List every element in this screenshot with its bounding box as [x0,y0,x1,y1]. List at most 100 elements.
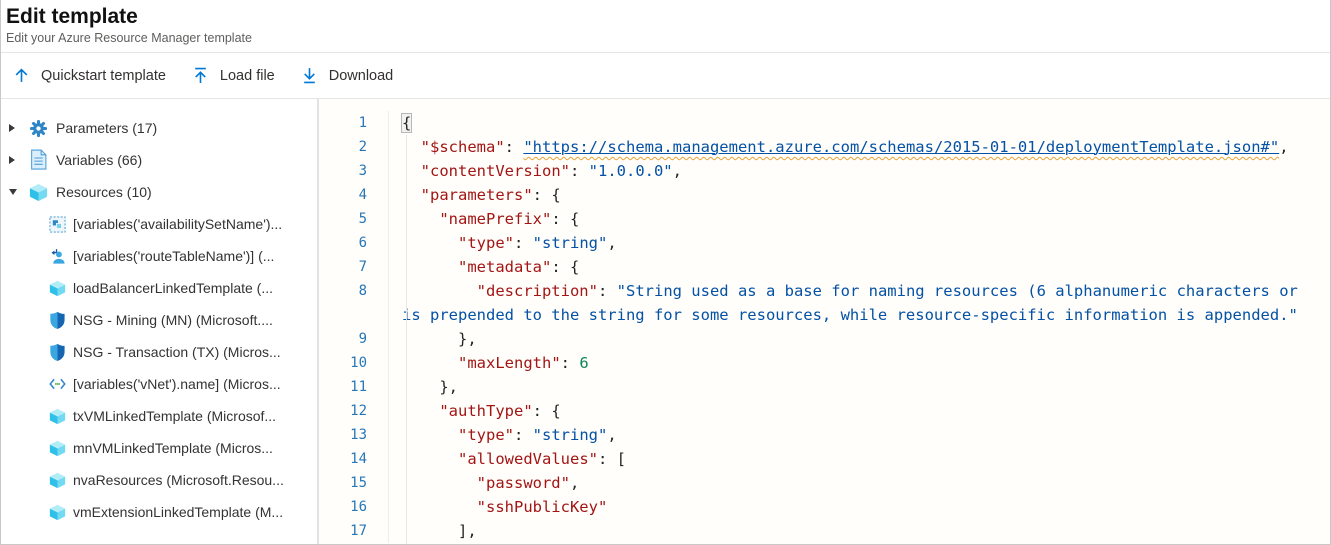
tree-expand-arrow-icon[interactable] [9,156,22,164]
code-token: "string" [533,426,608,444]
tree-item[interactable]: Resources (10) [1,176,317,208]
download-button[interactable]: Download [299,61,402,90]
code-text: "maxLength": 6 [389,351,589,375]
page-subtitle: Edit your Azure Resource Manager templat… [6,31,1320,45]
code-line[interactable]: 8 "description": "String used as a base … [319,279,1330,303]
tree-item[interactable]: NSG - Transaction (TX) (Micros... [1,336,317,368]
tree-item-label: txVMLinkedTemplate (Microsof... [73,408,276,424]
code-line[interactable]: 13 "type": "string", [319,423,1330,447]
code-token: "sshPublicKey" [477,498,608,516]
line-number: 8 [319,279,389,303]
code-text: ], [389,519,477,543]
code-token [402,138,421,156]
code-token: : { [533,186,561,204]
tree-item[interactable]: [variables('vNet').name] (Micros... [1,368,317,400]
json-editor[interactable]: 1{2 "$schema": "https://schema.managemen… [319,99,1330,544]
code-token: : [570,162,589,180]
tree-item-label: Parameters (17) [56,120,157,136]
cube-icon [29,182,48,202]
warning-squiggle: "https://schema.management.azure.com/sch… [523,138,1279,156]
code-line[interactable]: 7 "metadata": { [319,255,1330,279]
code-line[interactable]: 9 }, [319,327,1330,351]
code-token: : { [533,402,561,420]
line-number: 6 [319,231,389,255]
code-text: "allowedValues": [ [389,447,626,471]
tree-collapse-arrow-icon[interactable] [9,189,22,195]
cube-icon [49,438,66,458]
tree-item[interactable]: [variables('availabilitySetName')... [1,208,317,240]
code-token: , [673,162,682,180]
line-number: 13 [319,423,389,447]
arrow-up-icon [13,67,30,84]
code-token: }, [402,330,477,348]
code-token: , [570,474,579,492]
code-token: ], [402,522,477,540]
code-token: : [ [598,450,626,468]
quickstart-template-button[interactable]: Quickstart template [11,61,174,90]
line-number: 4 [319,183,389,207]
shield-icon [49,342,66,362]
tree-item[interactable]: Parameters (17) [1,112,317,144]
code-token: "namePrefix" [439,210,551,228]
code-token [402,426,458,444]
tree-item[interactable]: NSG - Mining (MN) (Microsoft.... [1,304,317,336]
code-text: "metadata": { [389,255,579,279]
code-line[interactable]: 3 "contentVersion": "1.0.0.0", [319,159,1330,183]
tree-expand-arrow-icon[interactable] [9,124,22,132]
code-token [402,162,421,180]
code-line[interactable]: 16 "sshPublicKey" [319,495,1330,519]
quickstart-template-label: Quickstart template [41,68,166,84]
tree-item[interactable]: vmExtensionLinkedTemplate (M... [1,496,317,528]
code-line[interactable]: 12 "authType": { [319,399,1330,423]
tree-item[interactable]: loadBalancerLinkedTemplate (... [1,272,317,304]
document-icon [29,150,48,170]
code-token [402,450,458,468]
code-line[interactable]: 6 "type": "string", [319,231,1330,255]
download-label: Download [329,68,394,84]
code-token [402,234,458,252]
tree-item-label: loadBalancerLinkedTemplate (... [73,280,273,296]
tree-item[interactable]: [variables('routeTableName')] (... [1,240,317,272]
code-text: is prepended to the string for some reso… [389,303,1298,327]
code-line[interactable]: 15 "password", [319,471,1330,495]
schema-url-link[interactable]: "https://schema.management.azure.com/sch… [523,138,1279,156]
code-token: "authType" [439,402,532,420]
code-line[interactable]: 11 }, [319,375,1330,399]
line-number: 12 [319,399,389,423]
code-text: "authType": { [389,399,561,423]
tree-item[interactable]: Variables (66) [1,144,317,176]
code-token: "allowedValues" [458,450,598,468]
cube-icon [49,406,66,426]
line-number [319,303,389,327]
code-line[interactable]: 4 "parameters": { [319,183,1330,207]
code-text: "type": "string", [389,231,617,255]
shield-icon [49,310,66,330]
code-line[interactable]: 5 "namePrefix": { [319,207,1330,231]
code-line[interactable]: 10 "maxLength": 6 [319,351,1330,375]
code-token: , [1279,138,1288,156]
code-token: "metadata" [458,258,551,276]
code-token: "parameters" [421,186,533,204]
tree-item-label: NSG - Transaction (TX) (Micros... [73,344,281,360]
code-line[interactable]: is prepended to the string for some reso… [319,303,1330,327]
code-line[interactable]: 17 ], [319,519,1330,543]
code-token: : [561,354,580,372]
code-token: "type" [458,426,514,444]
tree-item[interactable]: nvaResources (Microsoft.Resou... [1,464,317,496]
code-line[interactable]: 2 "$schema": "https://schema.management.… [319,135,1330,159]
edit-template-page: Edit template Edit your Azure Resource M… [0,0,1331,545]
code-token: "String used as a base for naming resour… [617,282,1298,300]
toolbar: Quickstart template Load file Download [1,53,1330,99]
code-token: "password" [477,474,570,492]
code-text: "parameters": { [389,183,561,207]
code-line[interactable]: 14 "allowedValues": [ [319,447,1330,471]
load-file-button[interactable]: Load file [190,61,283,90]
code-line[interactable]: 1{ [319,111,1330,135]
line-number: 7 [319,255,389,279]
tree-item[interactable]: mnVMLinkedTemplate (Micros... [1,432,317,464]
code-token: { [401,113,412,133]
line-number: 14 [319,447,389,471]
code-token [402,210,439,228]
line-number: 16 [319,495,389,519]
tree-item[interactable]: txVMLinkedTemplate (Microsof... [1,400,317,432]
